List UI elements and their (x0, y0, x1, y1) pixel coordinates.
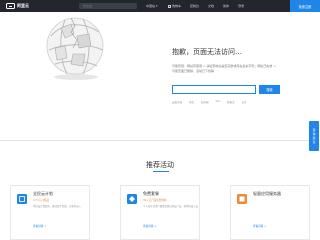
consult-side-tab[interactable]: 咨询建议 (309, 121, 319, 151)
promo-card[interactable]: 全民云计划 0.73元/1核起 用好云计算服务，建站助手免费，只要你加入 查看详… (10, 185, 90, 240)
nav-language[interactable]: 简体 (223, 4, 229, 8)
aliyun-logo[interactable]: 阿里云 (6, 3, 29, 9)
nav-cart-label: 购物车 (172, 4, 182, 8)
header-nav: 购物车 控制台 文档 简体 登录 (168, 4, 253, 8)
consult-label: 咨询建议 (312, 128, 316, 144)
card-detail-link[interactable]: 查看详情 > (253, 224, 266, 228)
logo-text: 阿里云 (17, 3, 29, 8)
card-title: 全民云计划 (33, 191, 53, 196)
broken-globe-illustration (46, 17, 104, 80)
error-search-input[interactable] (173, 86, 255, 93)
hot-link[interactable]: 服务器 (201, 100, 209, 104)
card-title: 免费套餐 (143, 191, 159, 196)
error-description: 可能原因：网址有错误 > 请检查地址是否完整或存在多余字符；网址已失效 > 可能… (172, 64, 276, 73)
nav-login[interactable]: 登录 (238, 4, 244, 8)
card-title: 轻量应用服务器 (253, 191, 281, 196)
hot-link[interactable]: 云服务器 (172, 100, 182, 104)
hot-link[interactable]: 安全 (242, 100, 247, 104)
register-button[interactable]: 免费注册 (290, 0, 320, 12)
card-detail-link[interactable]: 查看详情 > (143, 224, 156, 228)
card-subtitle: 0.73元/1核起 (33, 199, 50, 202)
hot-link[interactable]: SSL (216, 100, 221, 104)
cloud-plan-icon (17, 194, 27, 204)
error-search-field[interactable] (172, 85, 256, 94)
header-search[interactable] (79, 3, 137, 9)
card-description: 个人和企业用户都能免费试用云产品，帮你快速上云 (143, 205, 198, 208)
logo-icon (6, 3, 15, 9)
promo-card[interactable]: 免费套餐 30+云产品免费体验 个人和企业用户都能免费试用云产品，帮你快速上云 … (120, 185, 200, 240)
error-search-button[interactable]: 搜索 (259, 85, 280, 94)
recommend-title: 推荐活动 (146, 161, 174, 169)
card-subtitle: 30+云产品免费体验 (143, 199, 167, 202)
region-label: 中国站 (146, 4, 156, 8)
nav-cart[interactable]: 购物车 (168, 4, 181, 8)
section-divider (0, 140, 320, 141)
nav-console[interactable]: 控制台 (190, 4, 199, 8)
card-description: 用好云计算服务，建站助手免费，只要你加入 (33, 205, 81, 208)
card-detail-link[interactable]: 查看详情 > (33, 224, 46, 228)
recommend-title-underline (153, 171, 169, 172)
error-title: 抱歉，页面无法访问… (172, 48, 242, 56)
free-package-icon (127, 194, 137, 204)
header-search-input[interactable] (79, 3, 137, 9)
nav-docs[interactable]: 文档 (208, 4, 214, 8)
hot-links: 云服务器 域名 服务器 SSL 数据库 安全 (172, 100, 254, 104)
top-nav-bar: 阿里云 中国站 ▾ 购物车 控制台 文档 简体 登录 免费注册 (0, 0, 320, 12)
light-server-icon (237, 194, 247, 204)
hot-link[interactable]: 数据库 (227, 100, 235, 104)
cart-icon (168, 4, 171, 8)
region-selector[interactable]: 中国站 ▾ (146, 4, 157, 8)
promo-card[interactable]: 轻量应用服务器 查看详情 > (230, 185, 310, 240)
hot-link[interactable]: 域名 (189, 100, 194, 104)
